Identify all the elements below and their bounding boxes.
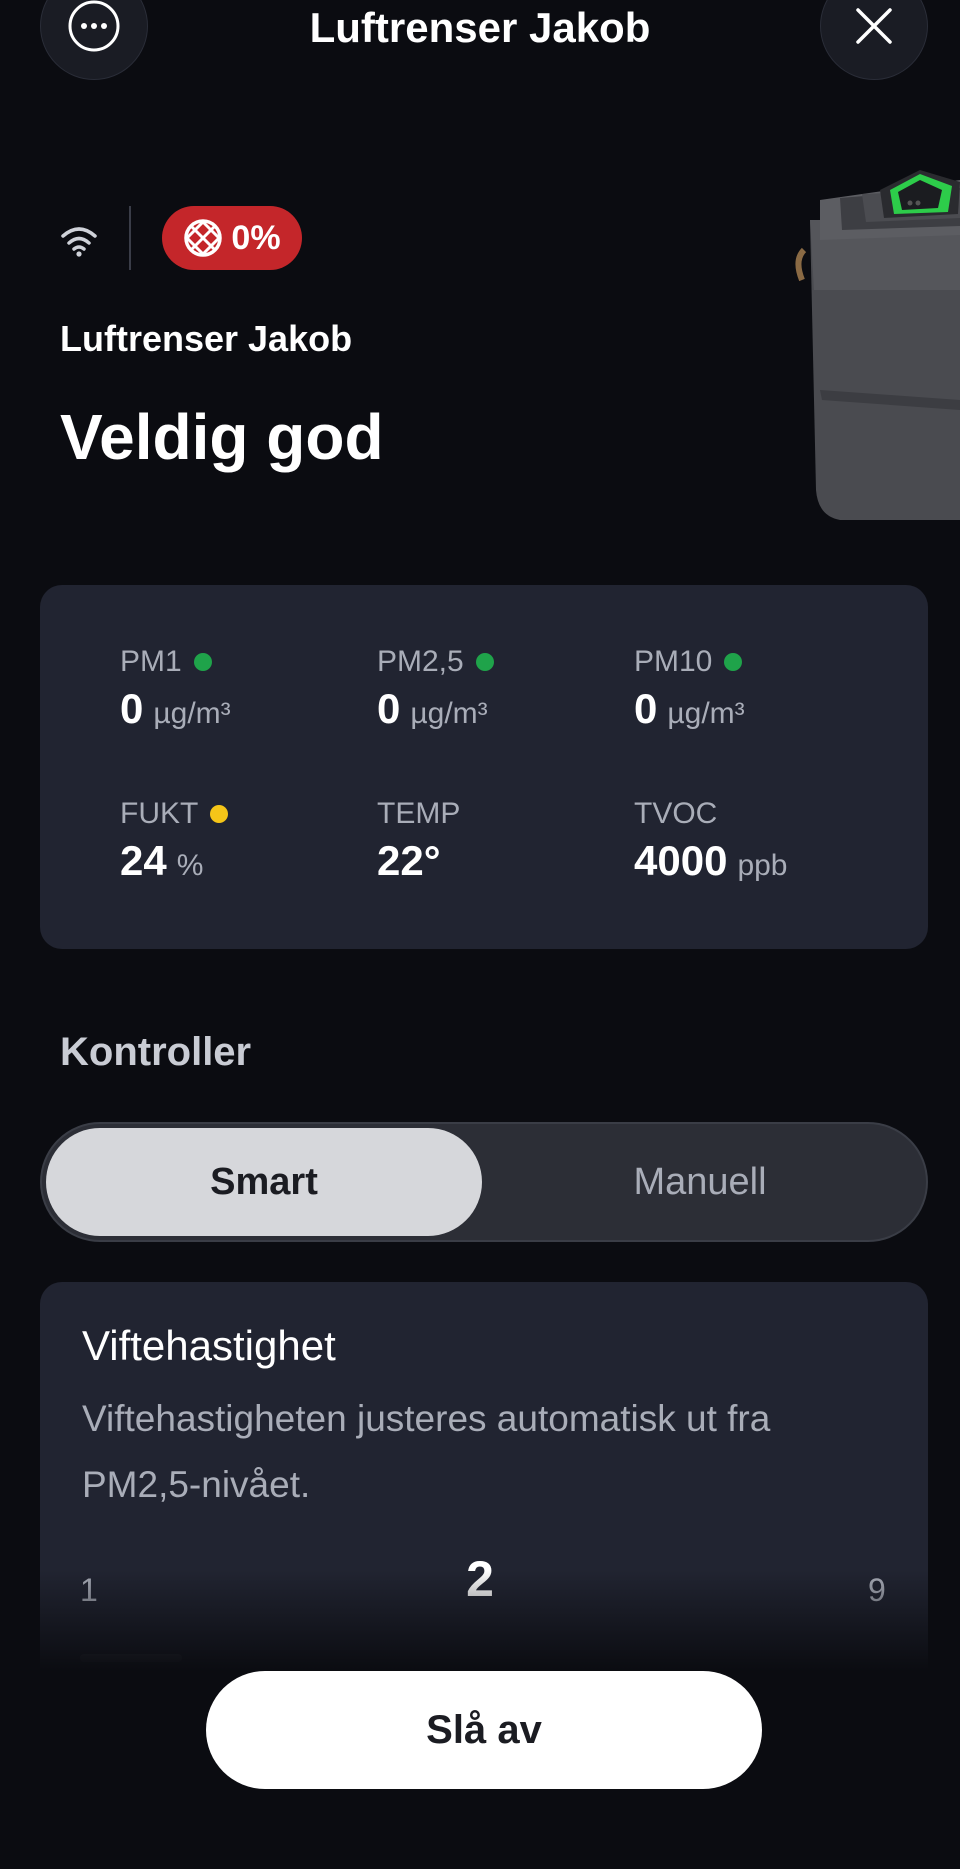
metric-value: 4000 bbox=[634, 837, 728, 884]
mode-manual-option[interactable]: Manuell bbox=[482, 1128, 918, 1236]
metric-pm25: PM2,5 0 µg/m³ bbox=[377, 645, 494, 733]
metric-unit: µg/m³ bbox=[410, 697, 488, 730]
filter-icon bbox=[184, 219, 223, 257]
metric-unit: µg/m³ bbox=[667, 697, 745, 730]
status-divider bbox=[129, 206, 131, 270]
turn-off-button[interactable]: Slå av bbox=[206, 1671, 762, 1789]
metric-value: 0 bbox=[377, 685, 401, 732]
mode-segmented-control: Smart Manuell bbox=[40, 1122, 928, 1242]
metric-pm10: PM10 0 µg/m³ bbox=[634, 645, 745, 733]
close-button[interactable] bbox=[820, 0, 928, 80]
metric-unit: µg/m³ bbox=[153, 697, 231, 730]
metric-unit: ppb bbox=[737, 849, 788, 882]
status-dot bbox=[475, 653, 494, 671]
filter-level: 0% bbox=[231, 218, 281, 257]
page-title: Luftrenser Jakob bbox=[309, 4, 651, 51]
fade-overlay bbox=[40, 1570, 928, 1670]
status-dot bbox=[193, 653, 212, 671]
metric-label: TVOC bbox=[634, 797, 718, 830]
mode-smart-option[interactable]: Smart bbox=[46, 1128, 482, 1236]
metric-unit: % bbox=[176, 849, 204, 882]
device-name: Luftrenser Jakob bbox=[60, 318, 353, 359]
metric-pm1: PM1 0 µg/m³ bbox=[120, 645, 231, 733]
metric-label: PM10 bbox=[634, 645, 713, 678]
wifi-icon bbox=[60, 224, 98, 263]
close-icon bbox=[856, 8, 892, 44]
metric-value: 24 bbox=[120, 837, 167, 884]
fan-speed-card: Viftehastighet Viftehastigheten justeres… bbox=[40, 1282, 928, 1670]
metric-value: 0 bbox=[120, 685, 144, 732]
metric-label: FUKT bbox=[120, 797, 199, 830]
metric-tvoc: TVOC 4000 ppb bbox=[634, 797, 788, 885]
metric-label: TEMP bbox=[377, 797, 461, 830]
metric-value: 22° bbox=[377, 837, 441, 884]
filter-status-badge[interactable]: 0% bbox=[162, 206, 302, 270]
fan-speed-description: Viftehastigheten justeres automatisk ut … bbox=[82, 1398, 771, 1505]
metrics-card: PM1 0 µg/m³ PM2,5 0 µg/m³ PM10 0 µg/m³ FUKT… bbox=[40, 585, 928, 949]
metric-value: 0 bbox=[634, 685, 658, 732]
metric-label: PM1 bbox=[120, 645, 182, 678]
fan-speed-title: Viftehastighet bbox=[82, 1322, 336, 1369]
air-quality-status: Veldig god bbox=[60, 401, 384, 473]
metric-temp: TEMP 22° bbox=[377, 797, 460, 885]
controls-title: Kontroller bbox=[60, 1030, 252, 1074]
metric-humidity: FUKT 24% bbox=[120, 797, 229, 885]
device-image bbox=[780, 160, 960, 535]
metric-label: PM2,5 bbox=[377, 645, 464, 678]
status-dot bbox=[724, 653, 743, 671]
status-dot bbox=[210, 805, 229, 823]
